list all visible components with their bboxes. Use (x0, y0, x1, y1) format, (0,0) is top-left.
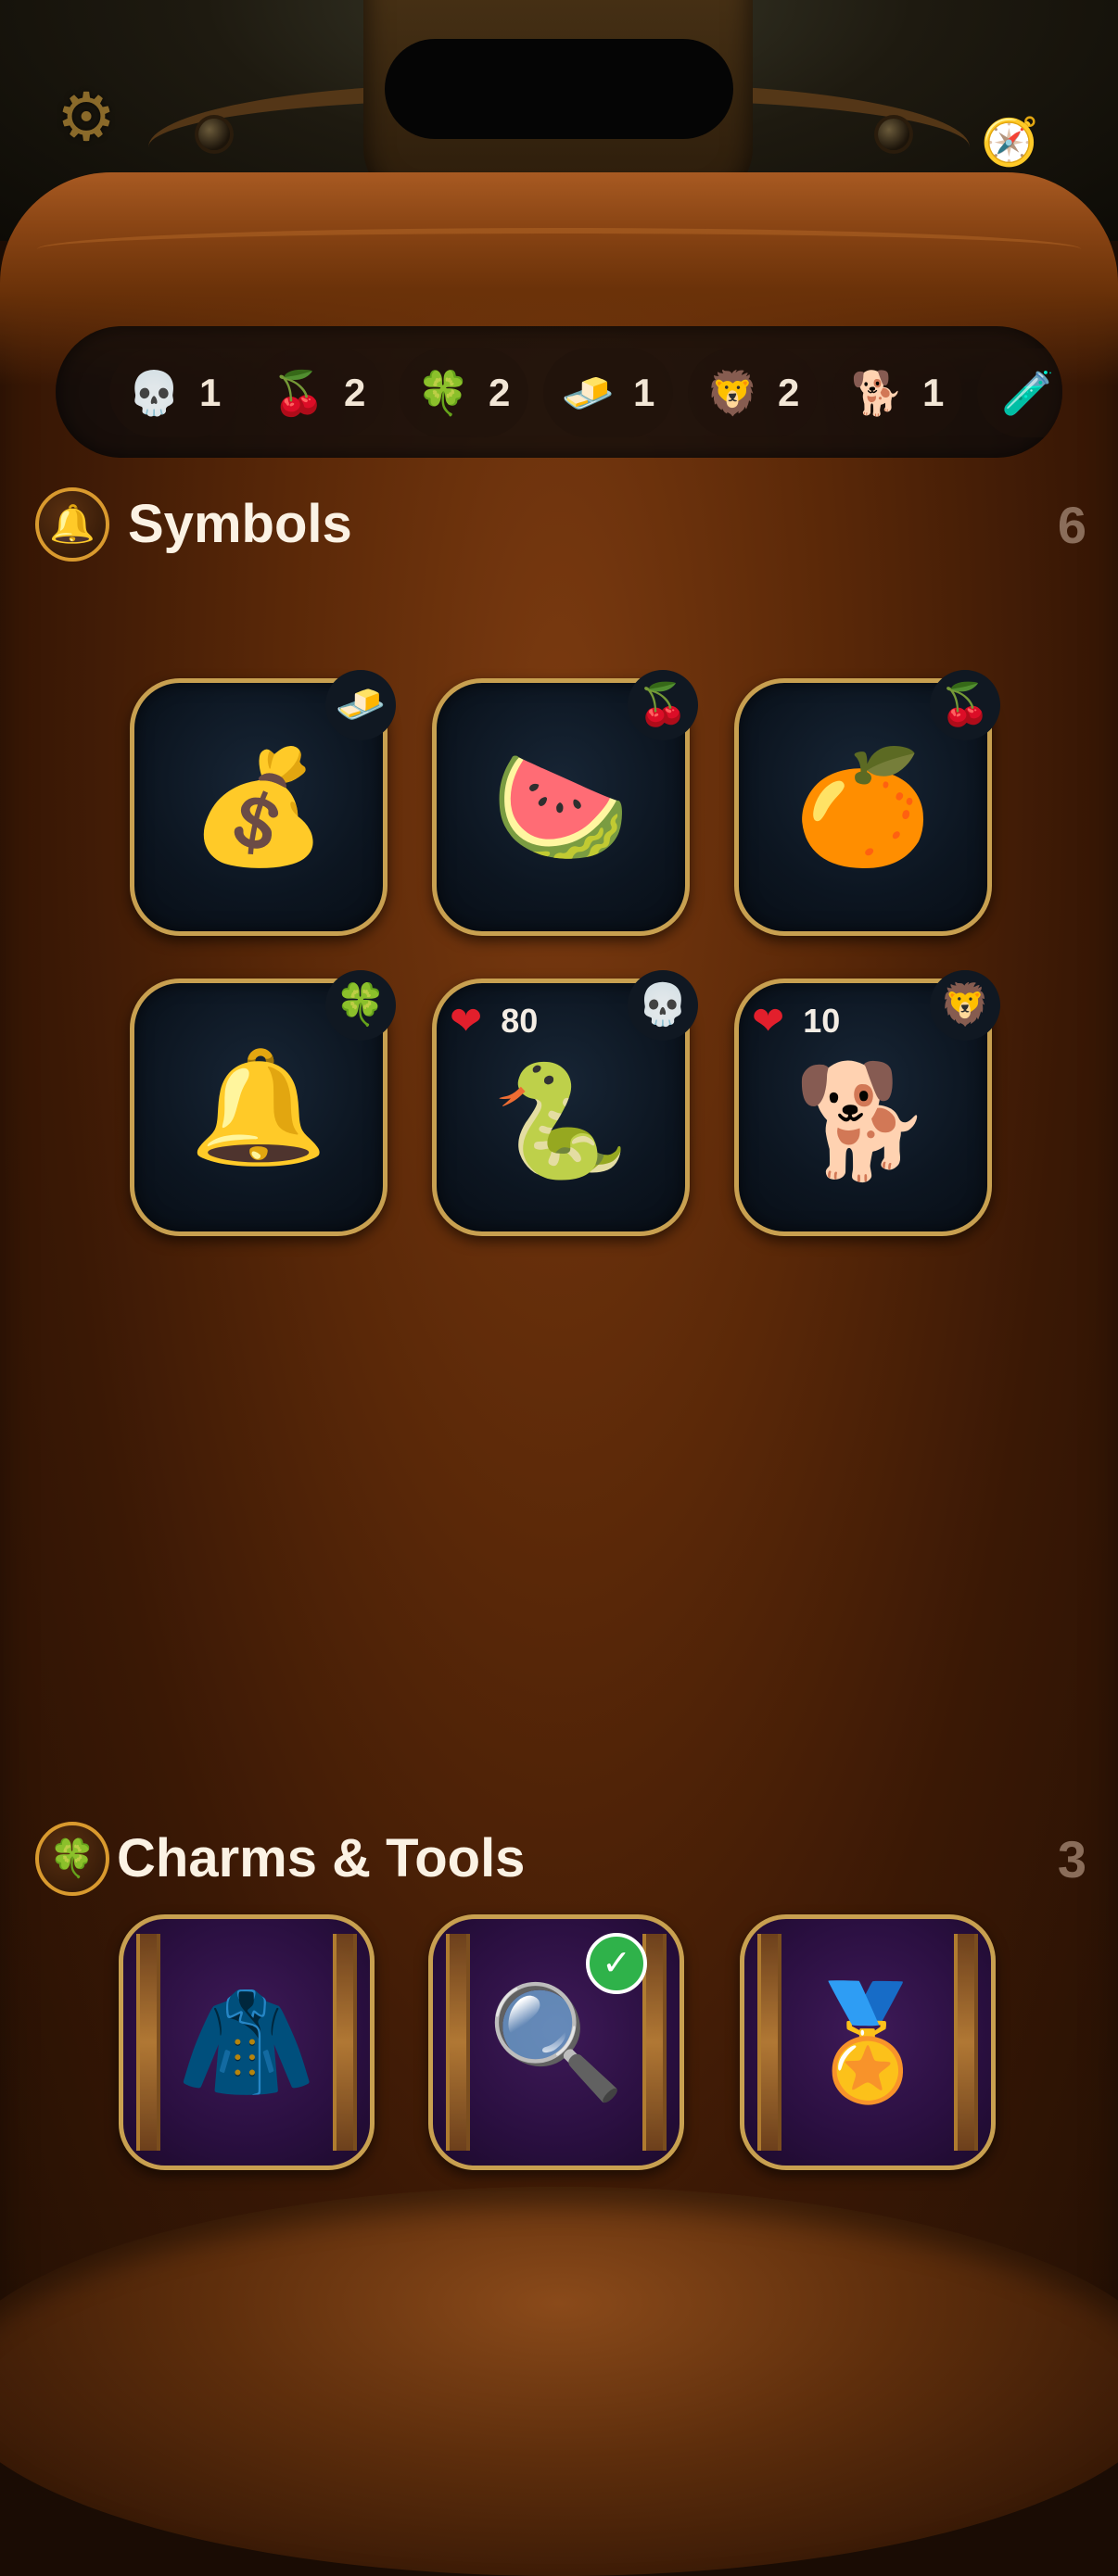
lion-icon: 🦁 (930, 970, 1000, 1041)
inventory-count: 1 (632, 371, 655, 414)
gold-bars-icon: 🧈 (561, 369, 615, 417)
heart-icon: ❤ (752, 999, 785, 1042)
inventory-item[interactable]: 🧪 (977, 348, 1062, 437)
inventory-item[interactable]: 🍒 2 (254, 348, 384, 437)
charms-section-icon: 🍀 (35, 1822, 109, 1896)
dog-icon: 🐕 (850, 369, 904, 417)
symbols-count: 6 (1057, 496, 1086, 554)
compass-icon: 🧭 (981, 116, 1039, 168)
settings-button[interactable]: ⚙ (46, 78, 126, 158)
charms-count: 3 (1057, 1830, 1086, 1888)
rivet-right (878, 119, 909, 150)
inventory-count: 1 (198, 371, 222, 414)
equipped-check-icon: ✓ (586, 1933, 647, 1994)
inventory-item[interactable]: 🧈 1 (543, 348, 673, 437)
inventory-count: 1 (921, 371, 945, 414)
health-indicator: ❤ 10 (752, 1002, 840, 1041)
rivet-left (198, 119, 230, 150)
inventory-bar[interactable]: 💀 1 🍒 2 🍀 2 🧈 1 🦁 2 🐕 1 🧪 (56, 326, 1062, 458)
symbol-card-serpent[interactable]: 🐍 ❤ 80 💀 (432, 970, 698, 1236)
bottom-rim (0, 2187, 1118, 2576)
fruit-icon: 🍒 (272, 369, 325, 417)
device-notch (385, 39, 733, 139)
potion-icon: 🧪 (1001, 369, 1055, 417)
health-value: 80 (501, 1002, 539, 1040)
symbols-section-icon: 🔔 (35, 487, 109, 562)
charm-card-magnifying-glass[interactable]: 🔍 (428, 1914, 684, 2170)
compass-button[interactable]: 🧭 (981, 116, 1039, 174)
gear-icon: ⚙ (56, 81, 117, 155)
symbol-card-watermelon[interactable]: 🍉 🍒 (432, 670, 698, 936)
health-indicator: ❤ 80 (450, 1002, 538, 1041)
inventory-item[interactable]: 🍀 2 (399, 348, 528, 437)
heart-icon: ❤ (450, 999, 483, 1042)
symbol-card-coin-bag[interactable]: 💰 🧈 (130, 670, 396, 936)
lion-icon: 🦁 (705, 369, 759, 417)
charms-title: Charms & Tools (117, 1828, 526, 1888)
inventory-item[interactable]: 💀 1 (109, 348, 239, 437)
gold-bars-icon: 🧈 (325, 670, 396, 740)
pocket-watch-icon: 🏅 (798, 1980, 937, 2104)
symbols-title: Symbols (128, 494, 352, 554)
horseshoe-icon: 🍀 (416, 369, 470, 417)
inventory-item[interactable]: 🐕 1 (832, 348, 962, 437)
charm-card-pocket-watch[interactable]: 🏅 (740, 1914, 996, 2170)
charm-card-cloak[interactable]: 🧥 (119, 1914, 375, 2170)
bell-fruit-icon: 🔔 (49, 504, 95, 545)
skull-icon: 💀 (127, 369, 181, 417)
symbol-card-dog[interactable]: 🐕 ❤ 10 🦁 (734, 970, 1000, 1236)
symbol-card-bell[interactable]: 🔔 🍀 (130, 970, 396, 1236)
symbol-card-orange[interactable]: 🍊 🍒 (734, 670, 1000, 936)
health-value: 10 (803, 1002, 841, 1040)
inventory-count: 2 (343, 371, 366, 414)
inventory-count: 2 (488, 371, 511, 414)
inventory-item[interactable]: 🦁 2 (688, 348, 818, 437)
cloak-icon: 🧥 (177, 1980, 316, 2104)
clover-icon: 🍀 (49, 1838, 95, 1879)
skull-icon: 💀 (628, 970, 698, 1041)
fruit-icon: 🍒 (930, 670, 1000, 740)
horseshoe-icon: 🍀 (325, 970, 396, 1041)
inventory-count: 2 (777, 371, 800, 414)
fruit-icon: 🍒 (628, 670, 698, 740)
